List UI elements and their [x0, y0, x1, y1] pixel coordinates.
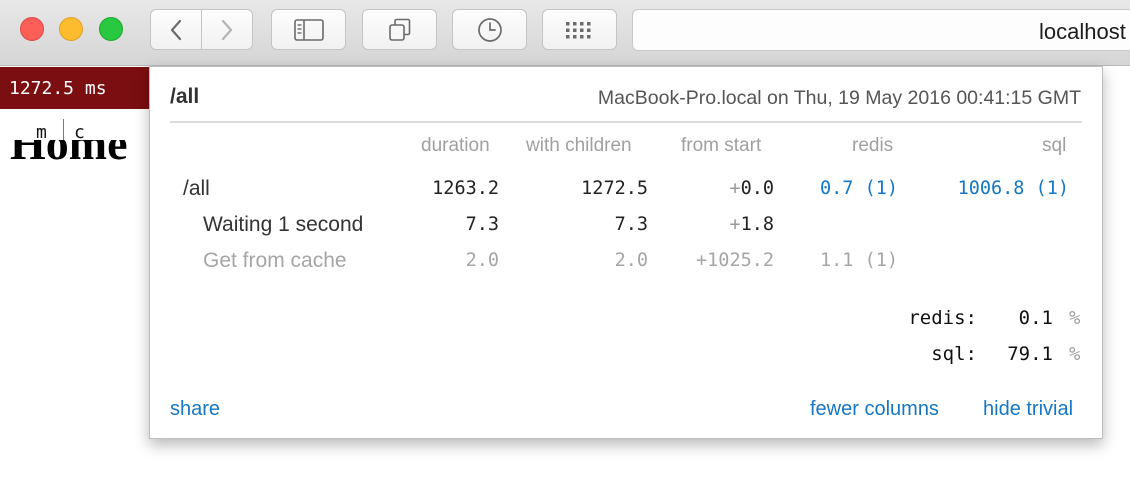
summary-sql-value: 79.1	[1007, 343, 1053, 365]
share-link[interactable]: share	[170, 398, 220, 421]
timing-row-name: /all	[183, 177, 210, 200]
history-icon	[477, 17, 502, 42]
timing-row-redis-link[interactable]: 0.7 (1)	[820, 178, 898, 199]
summary-redis-value: 0.1	[1018, 307, 1053, 329]
timing-row-name: Waiting 1 second	[203, 213, 364, 236]
address-text: localhost	[1039, 19, 1126, 44]
history-button[interactable]	[452, 9, 527, 50]
profiler-title: /all	[170, 85, 200, 108]
timing-row-from-start: +1025.2	[696, 250, 774, 271]
browser-toolbar: localhost	[0, 0, 1130, 66]
from-start-plus: +	[696, 250, 708, 271]
from-start-value: 1.8	[740, 214, 774, 235]
col-header-sql: sql	[1042, 135, 1067, 156]
forward-icon	[221, 19, 233, 40]
hide-trivial-link[interactable]: hide trivial	[983, 398, 1073, 421]
profiler-popup: /all MacBook-Pro.local on Thu, 19 May 20…	[149, 66, 1103, 439]
col-header-duration: duration	[421, 135, 490, 156]
summary-sql-pct: %	[1069, 343, 1081, 365]
from-start-value: 1025.2	[707, 250, 774, 271]
timing-row-duration: 2.0	[465, 250, 499, 271]
timing-row-with-children: 1272.5	[581, 178, 648, 199]
from-start-plus: +	[729, 178, 741, 199]
top-sites-button[interactable]	[542, 9, 617, 50]
timing-row-with-children: 2.0	[614, 250, 648, 271]
timing-row-from-start: +1.8	[729, 214, 774, 235]
zoom-window-button[interactable]	[99, 17, 123, 41]
back-icon	[170, 19, 182, 40]
from-start-value: 0.0	[740, 178, 774, 199]
grid-icon	[565, 21, 590, 38]
address-bar[interactable]: localhost	[632, 9, 1130, 51]
profiler-timing-badge[interactable]: 1272.5 ms	[0, 67, 149, 109]
from-start-plus: +	[729, 214, 741, 235]
timing-row-from-start: +0.0	[729, 178, 774, 199]
profiler-machine-info: MacBook-Pro.local on Thu, 19 May 2016 00…	[597, 87, 1081, 109]
timing-row-with-children: 7.3	[614, 214, 648, 235]
summary-redis-pct: %	[1069, 307, 1081, 329]
tabs-icon	[388, 18, 410, 41]
tabs-overview-button[interactable]	[362, 9, 437, 50]
page-heading-text: Home	[10, 140, 128, 169]
timing-badge-label: 1272.5 ms	[9, 77, 107, 99]
timing-row-duration: 1263.2	[432, 178, 499, 199]
profiler-divider	[170, 121, 1082, 123]
close-window-button[interactable]	[20, 17, 44, 41]
col-header-redis: redis	[852, 135, 894, 156]
col-header-with-children: with children	[526, 135, 632, 156]
fewer-columns-link[interactable]: fewer columns	[810, 398, 939, 421]
back-button[interactable]	[150, 9, 202, 50]
timing-row-name: Get from cache	[203, 249, 347, 272]
summary-redis-label: redis:	[908, 307, 977, 329]
forward-button[interactable]	[202, 9, 253, 50]
page-heading: Home	[10, 140, 128, 176]
sidebar-button[interactable]	[271, 9, 346, 50]
timing-row-sql-link[interactable]: 1006.8 (1)	[958, 178, 1069, 199]
timing-row-duration: 7.3	[465, 214, 499, 235]
minimize-window-button[interactable]	[59, 17, 83, 41]
summary-sql-label: sql:	[931, 343, 977, 365]
sidebar-icon	[293, 18, 324, 41]
timing-row-redis-link[interactable]: 1.1 (1)	[820, 250, 898, 271]
col-header-from-start: from start	[681, 135, 762, 156]
